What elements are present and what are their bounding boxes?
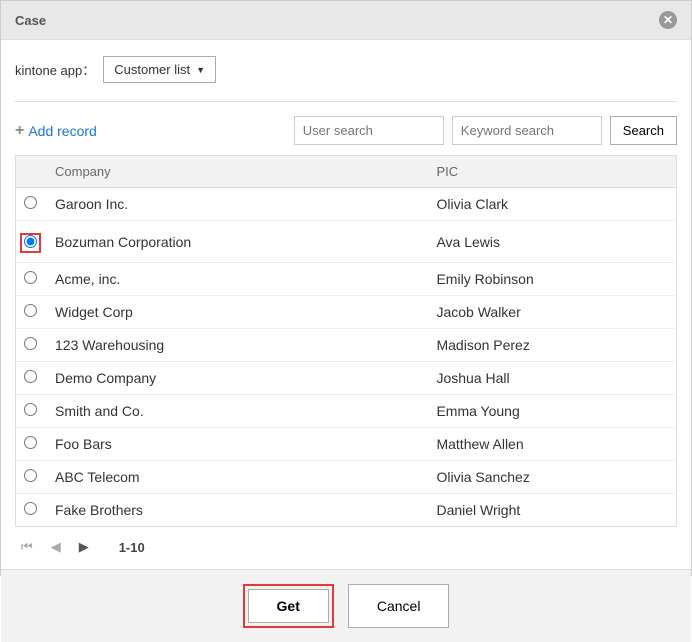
records-table: Company PIC Garoon Inc.Olivia ClarkBozum… xyxy=(15,155,677,527)
row-radio[interactable] xyxy=(24,370,37,383)
user-search-input[interactable] xyxy=(294,116,444,145)
pic-cell: Olivia Sanchez xyxy=(426,461,676,494)
table-row[interactable]: Foo BarsMatthew Allen xyxy=(16,428,677,461)
table-row[interactable]: ABC TelecomOlivia Sanchez xyxy=(16,461,677,494)
table-row[interactable]: Smith and Co.Emma Young xyxy=(16,395,677,428)
add-record-link[interactable]: + Add record xyxy=(15,122,97,140)
get-button[interactable]: Get xyxy=(248,589,329,623)
company-cell: Bozuman Corporation xyxy=(45,221,426,263)
plus-icon: + xyxy=(15,122,24,140)
row-radio[interactable] xyxy=(24,235,37,248)
company-cell: Acme, inc. xyxy=(45,263,426,296)
company-cell: ABC Telecom xyxy=(45,461,426,494)
company-cell: Fake Brothers xyxy=(45,494,426,527)
pic-cell: Ava Lewis xyxy=(426,221,676,263)
company-header: Company xyxy=(45,156,426,188)
pager-prev-icon[interactable]: ◀ xyxy=(51,539,61,555)
dialog-title: Case xyxy=(15,13,46,28)
row-radio[interactable] xyxy=(24,469,37,482)
caret-down-icon: ▼ xyxy=(196,65,205,75)
row-radio[interactable] xyxy=(24,304,37,317)
app-label: kintone app： xyxy=(15,60,95,79)
pager: ⏮ ◀ ▶ 1-10 xyxy=(15,527,677,559)
pic-cell: Madison Perez xyxy=(426,329,676,362)
pic-header: PIC xyxy=(426,156,676,188)
radio-highlight xyxy=(20,233,41,253)
pic-cell: Emily Robinson xyxy=(426,263,676,296)
close-icon[interactable]: ✕ xyxy=(659,11,677,29)
row-radio[interactable] xyxy=(24,337,37,350)
pic-cell: Joshua Hall xyxy=(426,362,676,395)
add-record-label: Add record xyxy=(28,123,96,139)
company-cell: 123 Warehousing xyxy=(45,329,426,362)
app-select[interactable]: Customer list ▼ xyxy=(103,56,216,83)
pic-cell: Daniel Wright xyxy=(426,494,676,527)
row-radio[interactable] xyxy=(24,196,37,209)
table-row[interactable]: Acme, inc.Emily Robinson xyxy=(16,263,677,296)
company-cell: Widget Corp xyxy=(45,296,426,329)
cancel-button[interactable]: Cancel xyxy=(348,584,450,628)
case-dialog: Case ✕ kintone app： Customer list ▼ + Ad… xyxy=(0,0,692,576)
pic-cell: Matthew Allen xyxy=(426,428,676,461)
row-radio[interactable] xyxy=(24,502,37,515)
search-button[interactable]: Search xyxy=(610,116,677,145)
row-radio[interactable] xyxy=(24,403,37,416)
dialog-footer: Get Cancel xyxy=(1,569,691,642)
company-cell: Demo Company xyxy=(45,362,426,395)
toolbar: + Add record Search xyxy=(15,116,677,145)
pic-cell: Jacob Walker xyxy=(426,296,676,329)
pager-first-icon[interactable]: ⏮ xyxy=(21,539,33,555)
pic-cell: Emma Young xyxy=(426,395,676,428)
pager-next-icon[interactable]: ▶ xyxy=(79,539,89,555)
search-group: Search xyxy=(294,116,677,145)
row-radio[interactable] xyxy=(24,436,37,449)
table-row[interactable]: Garoon Inc.Olivia Clark xyxy=(16,188,677,221)
table-row[interactable]: 123 WarehousingMadison Perez xyxy=(16,329,677,362)
dialog-header: Case ✕ xyxy=(1,1,691,40)
app-selector-row: kintone app： Customer list ▼ xyxy=(15,56,677,83)
radio-header xyxy=(16,156,46,188)
keyword-search-input[interactable] xyxy=(452,116,602,145)
divider xyxy=(15,101,677,102)
pic-cell: Olivia Clark xyxy=(426,188,676,221)
company-cell: Garoon Inc. xyxy=(45,188,426,221)
table-row[interactable]: Widget CorpJacob Walker xyxy=(16,296,677,329)
row-radio[interactable] xyxy=(24,271,37,284)
pager-info: 1-10 xyxy=(119,540,145,555)
app-select-value: Customer list xyxy=(114,62,190,77)
company-cell: Smith and Co. xyxy=(45,395,426,428)
dialog-body: kintone app： Customer list ▼ + Add recor… xyxy=(1,40,691,569)
table-row[interactable]: Fake BrothersDaniel Wright xyxy=(16,494,677,527)
table-row[interactable]: Demo CompanyJoshua Hall xyxy=(16,362,677,395)
table-row[interactable]: Bozuman CorporationAva Lewis xyxy=(16,221,677,263)
company-cell: Foo Bars xyxy=(45,428,426,461)
get-button-highlight: Get xyxy=(243,584,334,628)
